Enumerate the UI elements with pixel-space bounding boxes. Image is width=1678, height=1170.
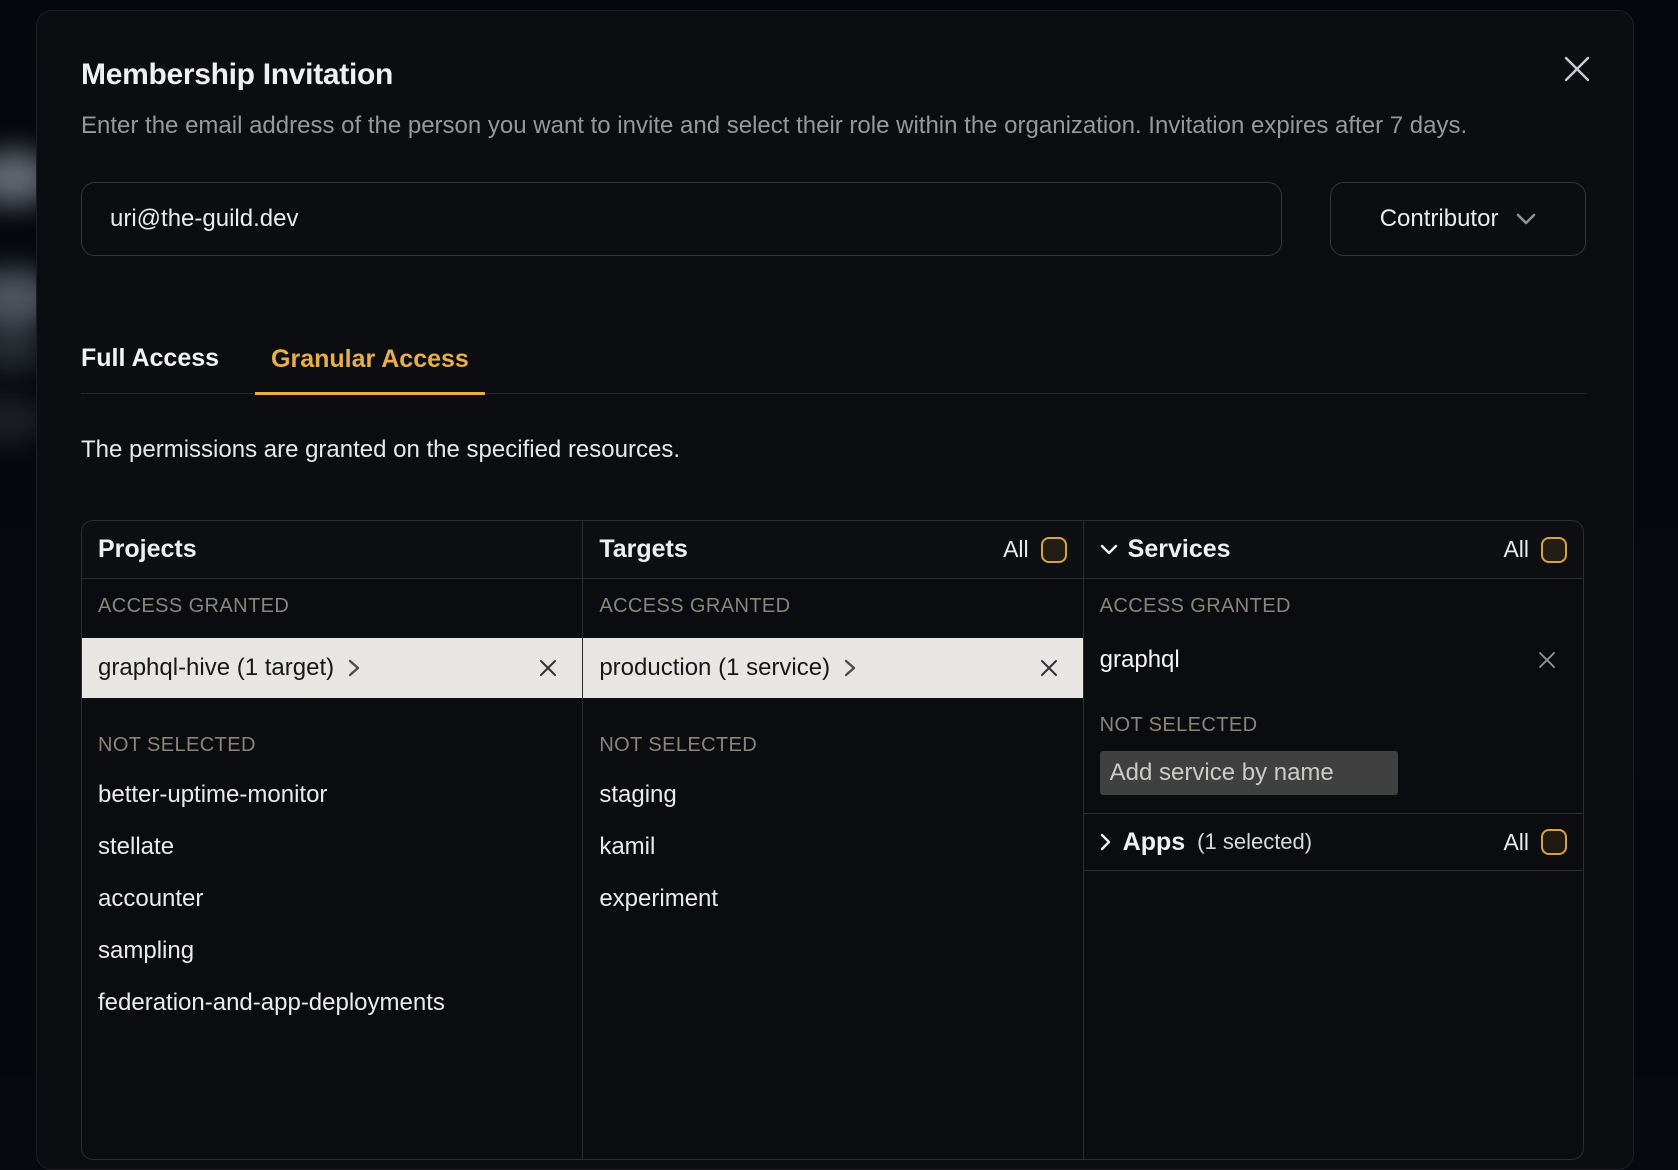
apps-section-header[interactable]: Apps (1 selected) All — [1084, 813, 1583, 871]
not-selected-label: NOT SELECTED — [98, 734, 566, 757]
target-list-item[interactable]: experiment — [583, 873, 1082, 925]
granted-service-row: graphql — [1084, 636, 1583, 684]
resources-panel: Projects ACCESS GRANTED graphql-hive (1 … — [81, 520, 1584, 1160]
tab-full-access[interactable]: Full Access — [81, 344, 219, 393]
projects-column: Projects ACCESS GRANTED graphql-hive (1 … — [82, 521, 582, 1159]
access-granted-label: ACCESS GRANTED — [1100, 595, 1567, 618]
targets-all-label: All — [1003, 536, 1029, 563]
membership-invitation-dialog: Membership Invitation Enter the email ad… — [36, 10, 1634, 1170]
role-select-value: Contributor — [1380, 205, 1499, 233]
email-input[interactable] — [81, 182, 1282, 256]
target-list-item[interactable]: staging — [583, 769, 1082, 821]
targets-all-checkbox[interactable] — [1041, 537, 1067, 563]
tab-granular-access[interactable]: Granular Access — [255, 345, 485, 395]
chevron-right-icon — [844, 659, 856, 677]
selected-target-name: production (1 service) — [599, 654, 830, 682]
close-icon — [1564, 56, 1590, 82]
project-list-item[interactable]: better-uptime-monitor — [82, 769, 582, 821]
services-title: Services — [1128, 535, 1231, 564]
targets-title: Targets — [599, 535, 687, 564]
services-all-label: All — [1503, 536, 1529, 563]
selected-project-name: graphql-hive (1 target) — [98, 654, 334, 682]
project-list-item[interactable]: stellate — [82, 821, 582, 873]
targets-column: Targets All ACCESS GRANTED production (1… — [582, 521, 1082, 1159]
granted-service-name: graphql — [1100, 646, 1180, 674]
targets-select-all[interactable]: All — [1003, 536, 1067, 563]
remove-service-icon[interactable] — [1537, 650, 1557, 670]
remove-target-icon[interactable] — [1039, 658, 1059, 678]
project-list-item[interactable]: accounter — [82, 873, 582, 925]
chevron-right-icon — [348, 659, 360, 677]
chevron-right-icon — [1100, 833, 1111, 851]
access-granted-label: ACCESS GRANTED — [599, 595, 1066, 618]
chevron-down-icon — [1516, 213, 1536, 225]
role-select[interactable]: Contributor — [1330, 182, 1586, 256]
invite-row: Contributor — [81, 182, 1586, 256]
access-granted-label: ACCESS GRANTED — [98, 595, 566, 618]
services-select-all[interactable]: All — [1503, 536, 1567, 563]
apps-select-all[interactable]: All — [1503, 829, 1567, 856]
close-button[interactable] — [1561, 53, 1593, 85]
apps-all-label: All — [1503, 829, 1529, 856]
chevron-down-icon — [1100, 544, 1118, 555]
services-all-checkbox[interactable] — [1541, 537, 1567, 563]
dialog-description: Enter the email address of the person yo… — [81, 107, 1501, 144]
target-list-item[interactable]: kamil — [583, 821, 1082, 873]
apps-all-checkbox[interactable] — [1541, 829, 1567, 855]
projects-title: Projects — [98, 535, 197, 564]
project-list-item[interactable]: federation-and-app-deployments — [82, 977, 582, 1029]
selected-project-row[interactable]: graphql-hive (1 target) — [82, 638, 582, 698]
targets-list: stagingkamilexperiment — [583, 769, 1082, 925]
projects-header: Projects — [82, 521, 582, 579]
not-selected-label: NOT SELECTED — [1100, 714, 1567, 737]
access-tabs: Full Access Granular Access — [81, 344, 1586, 394]
permissions-note: The permissions are granted on the speci… — [81, 436, 1586, 464]
remove-project-icon[interactable] — [538, 658, 558, 678]
apps-title: Apps — [1123, 828, 1186, 857]
selected-target-row[interactable]: production (1 service) — [583, 638, 1082, 698]
apps-selected-count: (1 selected) — [1197, 829, 1312, 855]
services-column: Services All ACCESS GRANTED graphql NOT … — [1083, 521, 1583, 1159]
dialog-title: Membership Invitation — [81, 57, 1586, 93]
project-list-item[interactable]: sampling — [82, 925, 582, 977]
add-service-input[interactable] — [1100, 751, 1398, 795]
targets-header: Targets All — [583, 521, 1082, 579]
projects-list: better-uptime-monitorstellateaccountersa… — [82, 769, 582, 1029]
services-header[interactable]: Services All — [1084, 521, 1583, 579]
not-selected-label: NOT SELECTED — [599, 734, 1066, 757]
